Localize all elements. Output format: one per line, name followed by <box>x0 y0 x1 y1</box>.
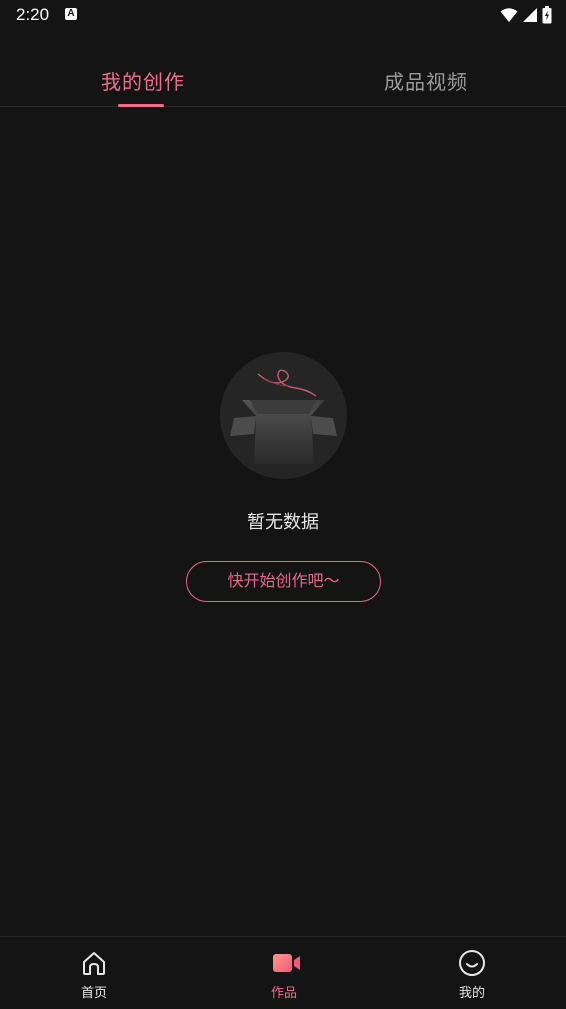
status-icons <box>500 5 552 25</box>
nav-label-works: 作品 <box>270 986 297 1001</box>
empty-message: 暂无数据 <box>247 512 319 533</box>
status-bar: 2:20 A <box>0 0 566 30</box>
smiley-icon <box>459 950 485 976</box>
nav-label-mine: 我的 <box>458 986 485 1001</box>
video-camera-icon <box>273 954 300 972</box>
tab-bar: 我的创作 成品视频 <box>0 52 566 107</box>
tab-active-indicator <box>118 104 164 107</box>
nav-label-home: 首页 <box>80 986 107 1001</box>
a-icon: A <box>65 8 77 20</box>
empty-box-icon <box>220 352 347 479</box>
nav-item-home[interactable]: 首页 <box>54 937 134 1009</box>
nav-item-works[interactable]: 作品 <box>244 937 324 1009</box>
battery-icon <box>542 6 552 24</box>
home-icon <box>83 952 105 975</box>
nav-item-mine[interactable]: 我的 <box>432 937 512 1009</box>
tab-finished-videos[interactable]: 成品视频 <box>384 66 468 95</box>
status-time: 2:20 <box>16 5 50 24</box>
bottom-nav: 首页 作品 我的 <box>0 936 566 1009</box>
tab-my-creations[interactable]: 我的创作 <box>101 66 185 95</box>
start-creating-button[interactable]: 快开始创作吧～ <box>186 561 381 602</box>
signal-icon <box>523 8 537 22</box>
wifi-icon <box>500 8 518 22</box>
